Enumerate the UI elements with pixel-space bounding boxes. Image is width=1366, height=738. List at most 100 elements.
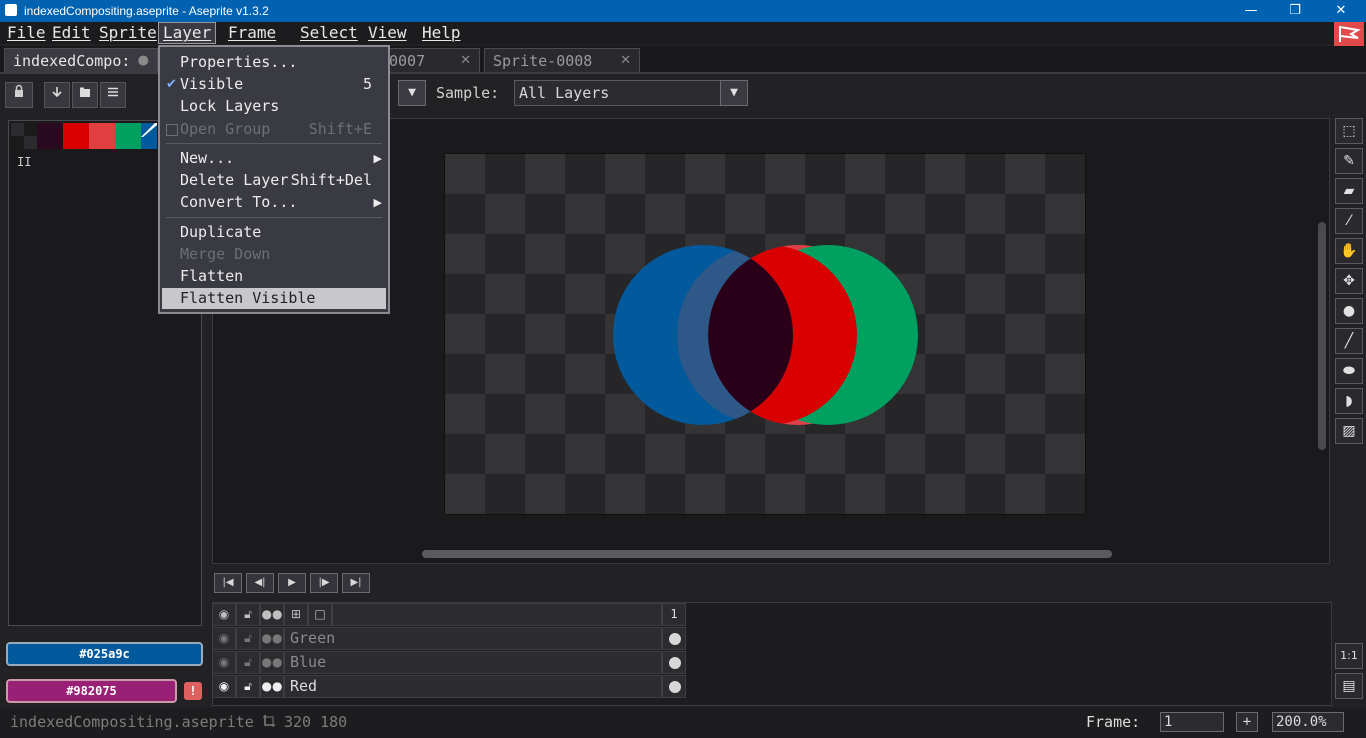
palette-sort-button[interactable] (44, 82, 70, 108)
timeline-toggle-icon[interactable]: ▤ (1335, 673, 1363, 699)
palette-swatch[interactable] (37, 123, 63, 149)
lock-icon[interactable]: 🔓︎ (236, 603, 260, 626)
layer-name[interactable]: Blue (284, 651, 662, 674)
timeline-header: ◉ 🔓︎ ●● ⊞ □ 1 (212, 603, 686, 627)
horizontal-scrollbar[interactable] (422, 550, 1112, 558)
link-icon[interactable]: ●● (260, 603, 284, 626)
frame-header[interactable]: 1 (662, 603, 686, 626)
rectangle-marquee-tool-icon[interactable]: ⬚ (1335, 118, 1363, 144)
tab-label: indexedCompo: (13, 52, 131, 70)
tab-indexed-compositing[interactable]: indexedCompo: ● (4, 48, 158, 72)
menu-view[interactable]: View (364, 22, 411, 44)
sample-select[interactable]: All Layers (514, 80, 722, 106)
line-tool-icon[interactable]: ╱ (1335, 328, 1363, 354)
palette-swatch[interactable] (63, 123, 89, 149)
layer-name[interactable]: Green (284, 627, 662, 650)
app-icon (5, 4, 17, 16)
menu-item-flatten-visible[interactable]: Flatten Visible (162, 288, 386, 309)
sprite-canvas[interactable] (444, 153, 1086, 515)
sample-dropdown-button[interactable]: ▼ (720, 80, 748, 106)
palette-swatch[interactable] (141, 123, 157, 149)
tab-sprite-0007[interactable]: 0007 ✕ (380, 48, 480, 72)
menu-sprite[interactable]: Sprite (95, 22, 161, 44)
cel[interactable] (662, 627, 686, 650)
tab-close-icon[interactable]: ✕ (620, 49, 631, 73)
arrow-down-icon (52, 87, 62, 98)
tab-close-icon[interactable]: ✕ (460, 49, 471, 73)
submenu-arrow-icon: ▶ (373, 152, 382, 165)
menu-file[interactable]: File (3, 22, 50, 44)
cel-dot (669, 681, 681, 693)
context-dropdown-button[interactable]: ▼ (398, 80, 426, 106)
foreground-color[interactable]: #025a9c (6, 642, 203, 666)
layer-box-icon[interactable]: □ (308, 603, 332, 626)
palette-swatch[interactable] (89, 123, 115, 149)
tab-modified-icon[interactable]: ● (138, 49, 149, 73)
link-icon[interactable]: ●● (260, 675, 284, 698)
cel[interactable] (662, 675, 686, 698)
menu-edit[interactable]: Edit (48, 22, 95, 44)
palette-swatch[interactable] (115, 123, 141, 149)
color-warning-icon[interactable]: ! (184, 682, 202, 700)
contour-tool-icon[interactable]: ◗ (1335, 388, 1363, 414)
zoom-actual-size-icon[interactable]: 1:1 (1335, 643, 1363, 669)
blur-tool-icon[interactable]: ▨ (1335, 418, 1363, 444)
add-frame-button[interactable]: + (1236, 712, 1258, 732)
lock-icon[interactable]: 🔓︎ (236, 651, 260, 674)
cel[interactable] (662, 651, 686, 674)
menu-frame[interactable]: Frame (224, 22, 280, 44)
move-tool-icon[interactable]: ✥ (1335, 268, 1363, 294)
eye-icon[interactable]: ◉ (212, 675, 236, 698)
tab-sprite-0008[interactable]: Sprite-0008 ✕ (484, 48, 640, 72)
menu-item-open-group: Open Group Shift+E (162, 119, 386, 140)
menu-item-flatten[interactable]: Flatten (162, 266, 386, 287)
eye-icon[interactable]: ◉ (212, 627, 236, 650)
previous-frame-button[interactable]: ◀| (246, 573, 274, 593)
layer-row-blue[interactable]: ◉ 🔓︎ ●● Blue (212, 651, 686, 675)
palette-lock-button[interactable] (5, 82, 33, 108)
eye-icon[interactable]: ◉ (212, 603, 236, 626)
menu-item-visible[interactable]: ✔ Visible 5 (162, 74, 386, 95)
layer-tree-icon[interactable]: ⊞ (284, 603, 308, 626)
close-button[interactable]: ✕ (1318, 0, 1364, 22)
menu-item-new[interactable]: New... ▶ (162, 148, 386, 169)
hand-tool-icon[interactable]: ✋ (1335, 238, 1363, 264)
frame-input[interactable]: 1 (1160, 712, 1224, 732)
cel-dot (669, 633, 681, 645)
link-icon[interactable]: ●● (260, 627, 284, 650)
eyedropper-tool-icon[interactable]: ⁄ (1335, 208, 1363, 234)
menu-help[interactable]: Help (418, 22, 465, 44)
layer-name[interactable]: Red (284, 675, 662, 698)
play-button[interactable]: ▶ (278, 573, 306, 593)
background-color[interactable]: #982075 (6, 679, 177, 703)
layer-row-red[interactable]: ◉ 🔓︎ ●● Red (212, 675, 686, 699)
menu-select[interactable]: Select (296, 22, 362, 44)
layer-row-green[interactable]: ◉ 🔓︎ ●● Green (212, 627, 686, 651)
lock-icon[interactable]: 🔓︎ (236, 675, 260, 698)
palette-options-button[interactable] (100, 82, 126, 108)
paint-bucket-tool-icon[interactable]: ● (1335, 298, 1363, 324)
vertical-scrollbar[interactable] (1318, 222, 1326, 450)
next-frame-button[interactable]: |▶ (310, 573, 338, 593)
menu-item-properties[interactable]: Properties... (162, 52, 386, 73)
palette-swatch[interactable] (11, 123, 37, 149)
zoom-input[interactable]: 200.0% (1272, 712, 1344, 732)
palette-presets-button[interactable] (72, 82, 98, 108)
menu-layer[interactable]: Layer (158, 22, 217, 44)
menu-item-convert-to[interactable]: Convert To... ▶ (162, 192, 386, 213)
maximize-button[interactable]: ❐ (1272, 0, 1318, 22)
tab-label: Sprite-0008 (493, 52, 593, 70)
first-frame-button[interactable]: |◀ (214, 573, 242, 593)
eye-icon[interactable]: ◉ (212, 651, 236, 674)
menu-item-duplicate[interactable]: Duplicate (162, 222, 386, 243)
minimize-button[interactable]: — (1228, 0, 1274, 22)
news-flag-icon[interactable] (1334, 22, 1364, 46)
menu-item-delete-layer[interactable]: Delete Layer Shift+Del (162, 170, 386, 191)
eraser-tool-icon[interactable]: ▰ (1335, 178, 1363, 204)
ellipse-tool-icon[interactable]: ⬬ (1335, 358, 1363, 384)
pencil-tool-icon[interactable]: ✎ (1335, 148, 1363, 174)
last-frame-button[interactable]: ▶| (342, 573, 370, 593)
menu-item-lock-layers[interactable]: Lock Layers (162, 96, 386, 117)
link-icon[interactable]: ●● (260, 651, 284, 674)
lock-icon[interactable]: 🔓︎ (236, 627, 260, 650)
